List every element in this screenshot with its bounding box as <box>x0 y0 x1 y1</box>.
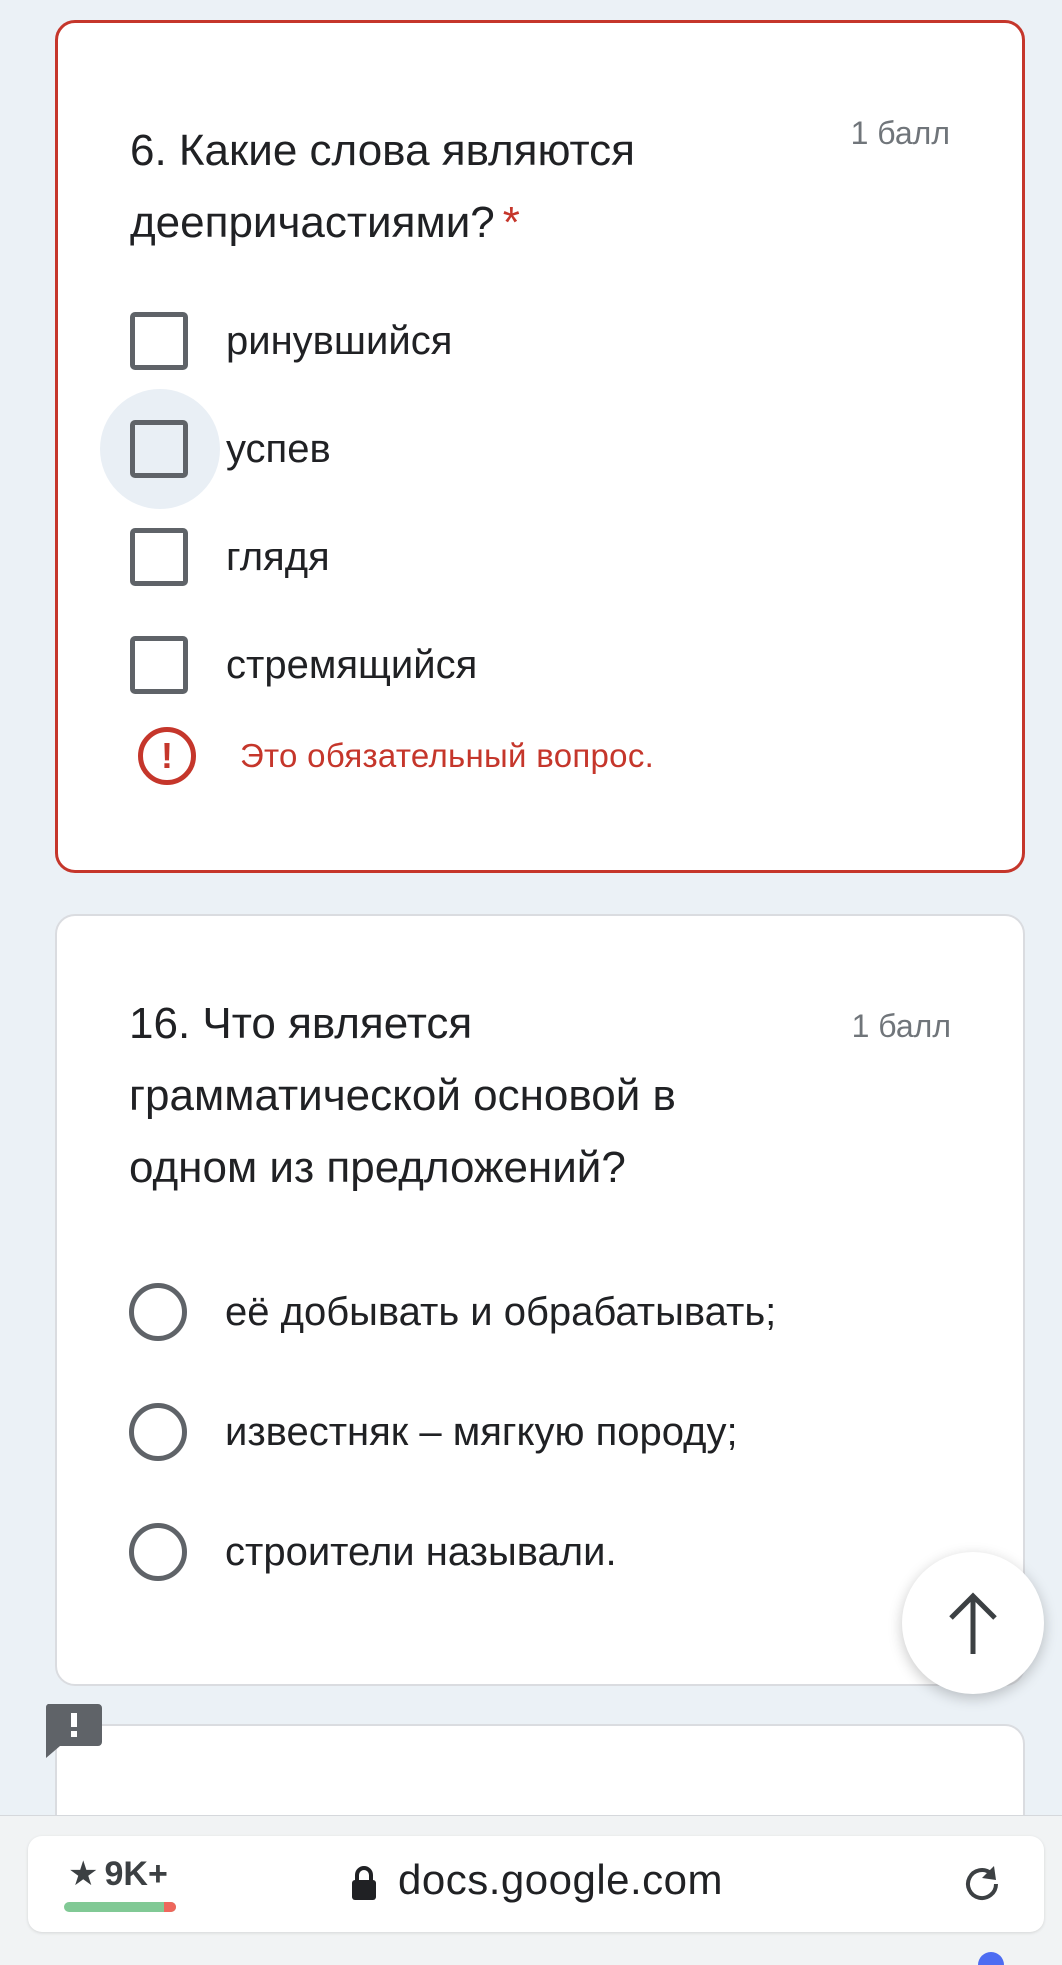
checkbox-option[interactable]: успев <box>130 417 331 481</box>
url-text[interactable]: docs.google.com <box>398 1856 723 1904</box>
checkbox[interactable] <box>130 636 188 694</box>
checkbox-option[interactable]: глядя <box>130 525 330 589</box>
question-title: 16. Что является грамматической основой … <box>129 999 676 1192</box>
question-card-16: 16. Что является грамматической основой … <box>55 914 1025 1686</box>
error-text: Это обязательный вопрос. <box>240 737 655 774</box>
tabs-button[interactable]: ★ 9K+ <box>68 1854 168 1894</box>
radio-option[interactable]: строители называли. <box>129 1520 617 1584</box>
checkbox-option[interactable]: стремящийся <box>130 633 477 697</box>
checkbox-option[interactable]: ринувшийся <box>130 309 452 373</box>
radio-button[interactable] <box>129 1283 187 1341</box>
error-message: ! Это обязательный вопрос. <box>138 727 654 785</box>
page: 6. Какие слова являются деепричастиями? *… <box>0 0 1062 1965</box>
report-icon[interactable] <box>42 1700 102 1758</box>
option-label: стремящийся <box>226 642 478 687</box>
radio-button[interactable] <box>129 1403 187 1461</box>
required-asterisk: * <box>502 198 520 247</box>
option-label: ринувшийся <box>226 318 453 363</box>
radio-option[interactable]: её добывать и обрабатывать; <box>129 1280 776 1344</box>
arrow-up-icon <box>949 1592 997 1654</box>
tabs-count-label: 9K+ <box>104 1854 168 1893</box>
question-card-6: 6. Какие слова являются деепричастиями? *… <box>55 20 1025 873</box>
error-circle-icon: ! <box>138 727 196 785</box>
points-label: 1 балл <box>850 115 950 151</box>
points-label: 1 балл <box>851 1008 951 1044</box>
star-icon: ★ <box>68 1855 99 1893</box>
radio-button[interactable] <box>129 1523 187 1581</box>
checkbox[interactable] <box>130 312 188 370</box>
reload-icon[interactable] <box>958 1860 1006 1908</box>
option-label: глядя <box>226 534 330 579</box>
checkbox[interactable] <box>130 528 188 586</box>
option-label: строители называли. <box>225 1529 617 1574</box>
tabs-progress-bar <box>64 1902 176 1912</box>
checkbox[interactable] <box>130 420 188 478</box>
browser-bottom-bar: ★ 9K+ docs.google.com <box>0 1815 1062 1965</box>
option-label: успев <box>226 426 331 471</box>
option-label: известняк – мягкую породу; <box>225 1409 738 1454</box>
radio-option[interactable]: известняк – мягкую породу; <box>129 1400 738 1464</box>
lock-icon <box>352 1866 376 1900</box>
scroll-top-button[interactable] <box>902 1552 1044 1694</box>
address-bar[interactable]: ★ 9K+ docs.google.com <box>28 1836 1044 1932</box>
question-title: 6. Какие слова являются деепричастиями? * <box>130 126 635 247</box>
option-label: её добывать и обрабатывать; <box>225 1289 777 1334</box>
